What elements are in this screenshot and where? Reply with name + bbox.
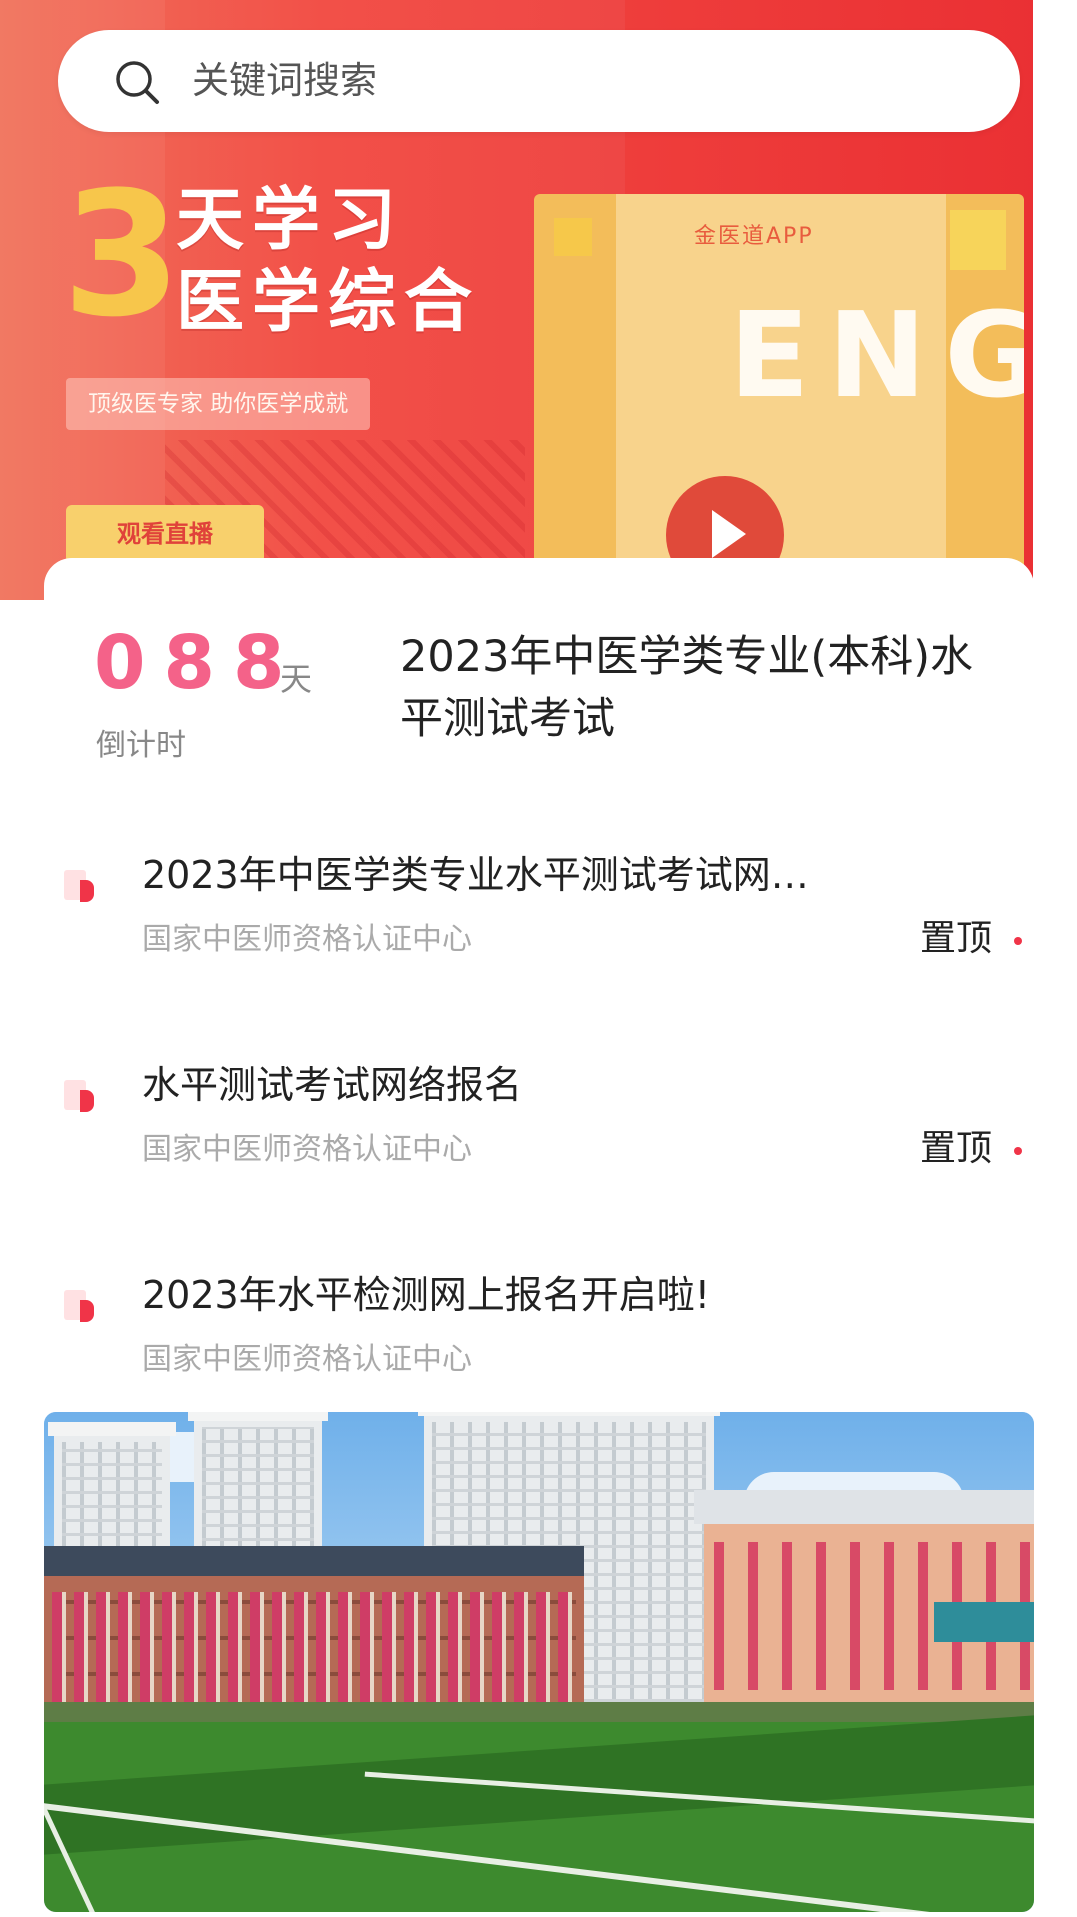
news-source: 国家中医师资格认证中心 [142, 1132, 472, 1167]
countdown-digits: 088 [94, 620, 303, 706]
campus-photo[interactable] [44, 1412, 1034, 1912]
promo-title-line1: 天学习 [176, 181, 405, 260]
watch-live-button[interactable]: 观看直播 [66, 505, 264, 563]
promo-title-line2: 医学综合 [176, 263, 481, 342]
news-title[interactable]: 水平测试考试网络报名 [142, 1060, 862, 1110]
news-item[interactable]: 水平测试考试网络报名 国家中医师资格认证中心 置顶 [44, 1030, 1034, 1180]
content-card: 088 天 倒计时 2023年中医学类专业(本科)水平测试考试 2023年中医学… [44, 558, 1034, 1418]
news-item[interactable]: 2023年中医学类专业水平测试考试网… 国家中医师资格认证中心 置顶 [44, 820, 1034, 970]
poster-word: ENGI [729, 286, 1024, 424]
news-item[interactable]: 2023年水平检测网上报名开启啦! 国家中医师资格认证中心 [44, 1240, 1034, 1390]
pinned-badge: 置顶 [920, 918, 993, 959]
countdown-days: 088 [90, 620, 303, 706]
promo-big-number: 3 [62, 154, 182, 355]
photo-field [44, 1715, 1034, 1912]
pin-dot-icon [1014, 1147, 1022, 1155]
news-bullet-icon [64, 870, 96, 906]
search-icon [116, 61, 159, 104]
countdown-label: 倒计时 [96, 728, 186, 763]
photo-canopy [934, 1602, 1034, 1642]
news-bullet-icon [64, 1080, 96, 1116]
countdown-unit: 天 [280, 660, 313, 698]
poster-app-label: 金医道APP [694, 224, 814, 249]
promo-title: 天学习 医学综合 [176, 180, 480, 344]
news-source: 国家中医师资格认证中心 [142, 922, 472, 957]
promo-poster[interactable]: 金医道APP ENGI [534, 194, 1024, 600]
exam-title[interactable]: 2023年中医学类专业(本科)水平测试考试 [400, 626, 1000, 750]
search-placeholder: 关键词搜索 [192, 59, 377, 102]
promo-subtitle: 顶级医专家 助你医学成就 [66, 378, 371, 430]
news-title[interactable]: 2023年水平检测网上报名开启啦! [142, 1270, 862, 1320]
promo-banner[interactable]: 关键词搜索 3 天学习 医学综合 顶级医专家 助你医学成就 观看直播 金医道AP… [0, 0, 1077, 600]
news-bullet-icon [64, 1290, 96, 1326]
news-title[interactable]: 2023年中医学类专业水平测试考试网… [142, 850, 862, 900]
pinned-badge: 置顶 [920, 1128, 993, 1169]
poster-decoration [554, 218, 592, 256]
banner-edge [1033, 0, 1077, 600]
pin-dot-icon [1014, 937, 1022, 945]
photo-building [44, 1546, 584, 1722]
poster-decoration [950, 210, 1006, 270]
news-source: 国家中医师资格认证中心 [142, 1342, 472, 1377]
search-bar[interactable]: 关键词搜索 [58, 30, 1020, 132]
